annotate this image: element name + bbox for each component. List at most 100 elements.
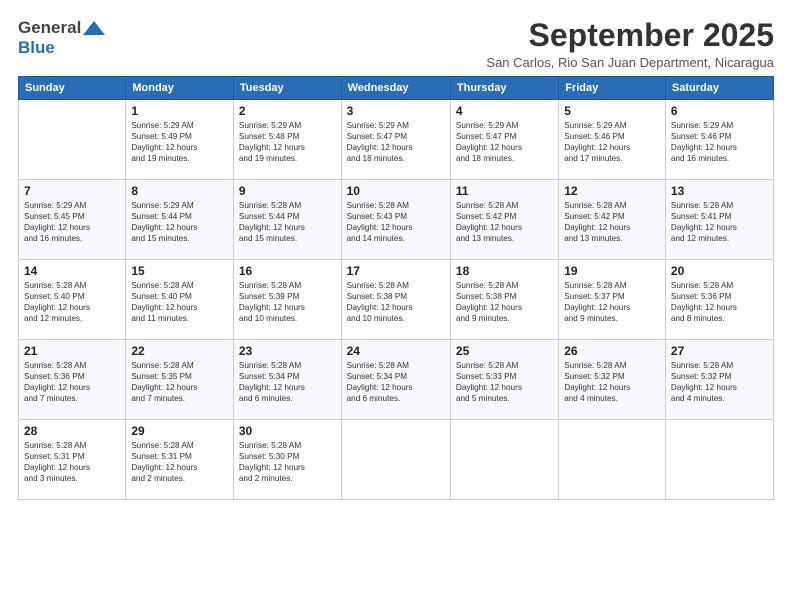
- title-block: September 2025 San Carlos, Rio San Juan …: [486, 18, 774, 70]
- day-info: Sunrise: 5:28 AM Sunset: 5:42 PM Dayligh…: [456, 200, 553, 244]
- day-info: Sunrise: 5:29 AM Sunset: 5:46 PM Dayligh…: [671, 120, 768, 164]
- day-cell: 24 Sunrise: 5:28 AM Sunset: 5:34 PM Dayli…: [341, 340, 450, 420]
- day-number: 9: [239, 184, 336, 198]
- header-tuesday: Tuesday: [233, 77, 341, 100]
- month-title: September 2025: [486, 18, 774, 53]
- logo-blue: Blue: [18, 38, 55, 57]
- day-cell: [19, 100, 126, 180]
- day-info: Sunrise: 5:29 AM Sunset: 5:47 PM Dayligh…: [347, 120, 445, 164]
- week-row-4: 21 Sunrise: 5:28 AM Sunset: 5:36 PM Dayli…: [19, 340, 774, 420]
- day-number: 24: [347, 344, 445, 358]
- day-number: 22: [131, 344, 228, 358]
- day-number: 18: [456, 264, 553, 278]
- day-cell: 6 Sunrise: 5:29 AM Sunset: 5:46 PM Daylig…: [665, 100, 773, 180]
- day-info: Sunrise: 5:28 AM Sunset: 5:40 PM Dayligh…: [131, 280, 228, 324]
- day-cell: 11 Sunrise: 5:28 AM Sunset: 5:42 PM Dayli…: [450, 180, 558, 260]
- day-number: 6: [671, 104, 768, 118]
- day-number: 12: [564, 184, 660, 198]
- day-cell: 13Sunrise: 5:28 AM Sunset: 5:41 PM Dayli…: [665, 180, 773, 260]
- day-cell: [450, 420, 558, 500]
- day-info: Sunrise: 5:28 AM Sunset: 5:44 PM Dayligh…: [239, 200, 336, 244]
- day-cell: 23 Sunrise: 5:28 AM Sunset: 5:34 PM Dayli…: [233, 340, 341, 420]
- day-cell: 1Sunrise: 5:29 AM Sunset: 5:49 PM Daylig…: [126, 100, 234, 180]
- day-number: 11: [456, 184, 553, 198]
- day-info: Sunrise: 5:28 AM Sunset: 5:34 PM Dayligh…: [347, 360, 445, 404]
- day-cell: 9 Sunrise: 5:28 AM Sunset: 5:44 PM Daylig…: [233, 180, 341, 260]
- day-info: Sunrise: 5:28 AM Sunset: 5:31 PM Dayligh…: [131, 440, 228, 484]
- day-number: 8: [131, 184, 228, 198]
- day-number: 29: [131, 424, 228, 438]
- day-number: 10: [347, 184, 445, 198]
- day-info: Sunrise: 5:28 AM Sunset: 5:36 PM Dayligh…: [671, 280, 768, 324]
- day-info: Sunrise: 5:28 AM Sunset: 5:42 PM Dayligh…: [564, 200, 660, 244]
- day-number: 2: [239, 104, 336, 118]
- day-info: Sunrise: 5:28 AM Sunset: 5:38 PM Dayligh…: [456, 280, 553, 324]
- day-info: Sunrise: 5:28 AM Sunset: 5:32 PM Dayligh…: [671, 360, 768, 404]
- day-info: Sunrise: 5:28 AM Sunset: 5:35 PM Dayligh…: [131, 360, 228, 404]
- day-cell: 27 Sunrise: 5:28 AM Sunset: 5:32 PM Dayli…: [665, 340, 773, 420]
- day-info: Sunrise: 5:29 AM Sunset: 5:46 PM Dayligh…: [564, 120, 660, 164]
- day-number: 27: [671, 344, 768, 358]
- day-cell: 17Sunrise: 5:28 AM Sunset: 5:38 PM Dayli…: [341, 260, 450, 340]
- day-cell: 4 Sunrise: 5:29 AM Sunset: 5:47 PM Daylig…: [450, 100, 558, 180]
- day-number: 5: [564, 104, 660, 118]
- calendar-table: SundayMondayTuesdayWednesdayThursdayFrid…: [18, 76, 774, 500]
- day-info: Sunrise: 5:28 AM Sunset: 5:37 PM Dayligh…: [564, 280, 660, 324]
- day-number: 28: [24, 424, 120, 438]
- day-number: 4: [456, 104, 553, 118]
- day-cell: [341, 420, 450, 500]
- logo: General Blue: [18, 18, 105, 58]
- day-cell: 5 Sunrise: 5:29 AM Sunset: 5:46 PM Daylig…: [559, 100, 666, 180]
- day-number: 1: [131, 104, 228, 118]
- day-cell: 19Sunrise: 5:28 AM Sunset: 5:37 PM Dayli…: [559, 260, 666, 340]
- day-cell: 22 Sunrise: 5:28 AM Sunset: 5:35 PM Dayli…: [126, 340, 234, 420]
- week-row-3: 14 Sunrise: 5:28 AM Sunset: 5:40 PM Dayli…: [19, 260, 774, 340]
- header-monday: Monday: [126, 77, 234, 100]
- day-number: 16: [239, 264, 336, 278]
- day-info: Sunrise: 5:28 AM Sunset: 5:41 PM Dayligh…: [671, 200, 768, 244]
- day-number: 21: [24, 344, 120, 358]
- day-number: 23: [239, 344, 336, 358]
- day-cell: 12 Sunrise: 5:28 AM Sunset: 5:42 PM Dayli…: [559, 180, 666, 260]
- day-info: Sunrise: 5:28 AM Sunset: 5:30 PM Dayligh…: [239, 440, 336, 484]
- header-thursday: Thursday: [450, 77, 558, 100]
- day-cell: 20Sunrise: 5:28 AM Sunset: 5:36 PM Dayli…: [665, 260, 773, 340]
- day-number: 25: [456, 344, 553, 358]
- location: San Carlos, Rio San Juan Department, Nic…: [486, 55, 774, 70]
- day-cell: 3Sunrise: 5:29 AM Sunset: 5:47 PM Daylig…: [341, 100, 450, 180]
- day-cell: 2 Sunrise: 5:29 AM Sunset: 5:48 PM Daylig…: [233, 100, 341, 180]
- header-wednesday: Wednesday: [341, 77, 450, 100]
- day-info: Sunrise: 5:28 AM Sunset: 5:36 PM Dayligh…: [24, 360, 120, 404]
- day-cell: [665, 420, 773, 500]
- header-saturday: Saturday: [665, 77, 773, 100]
- calendar-page: General Blue September 2025 San Carlos, …: [0, 0, 792, 612]
- header-sunday: Sunday: [19, 77, 126, 100]
- day-cell: 7 Sunrise: 5:29 AM Sunset: 5:45 PM Daylig…: [19, 180, 126, 260]
- day-info: Sunrise: 5:29 AM Sunset: 5:45 PM Dayligh…: [24, 200, 120, 244]
- day-cell: 18 Sunrise: 5:28 AM Sunset: 5:38 PM Dayli…: [450, 260, 558, 340]
- day-number: 7: [24, 184, 120, 198]
- day-info: Sunrise: 5:28 AM Sunset: 5:33 PM Dayligh…: [456, 360, 553, 404]
- day-cell: 15 Sunrise: 5:28 AM Sunset: 5:40 PM Dayli…: [126, 260, 234, 340]
- day-info: Sunrise: 5:29 AM Sunset: 5:47 PM Dayligh…: [456, 120, 553, 164]
- day-info: Sunrise: 5:28 AM Sunset: 5:34 PM Dayligh…: [239, 360, 336, 404]
- day-number: 15: [131, 264, 228, 278]
- day-number: 14: [24, 264, 120, 278]
- day-cell: 25 Sunrise: 5:28 AM Sunset: 5:33 PM Dayli…: [450, 340, 558, 420]
- day-info: Sunrise: 5:29 AM Sunset: 5:48 PM Dayligh…: [239, 120, 336, 164]
- day-info: Sunrise: 5:28 AM Sunset: 5:43 PM Dayligh…: [347, 200, 445, 244]
- day-number: 26: [564, 344, 660, 358]
- day-info: Sunrise: 5:28 AM Sunset: 5:38 PM Dayligh…: [347, 280, 445, 324]
- day-cell: 28Sunrise: 5:28 AM Sunset: 5:31 PM Dayli…: [19, 420, 126, 500]
- day-cell: 29 Sunrise: 5:28 AM Sunset: 5:31 PM Dayli…: [126, 420, 234, 500]
- day-cell: 8 Sunrise: 5:29 AM Sunset: 5:44 PM Daylig…: [126, 180, 234, 260]
- calendar-header-row: SundayMondayTuesdayWednesdayThursdayFrid…: [19, 77, 774, 100]
- week-row-1: 1Sunrise: 5:29 AM Sunset: 5:49 PM Daylig…: [19, 100, 774, 180]
- day-cell: 26 Sunrise: 5:28 AM Sunset: 5:32 PM Dayli…: [559, 340, 666, 420]
- day-info: Sunrise: 5:29 AM Sunset: 5:44 PM Dayligh…: [131, 200, 228, 244]
- day-info: Sunrise: 5:28 AM Sunset: 5:32 PM Dayligh…: [564, 360, 660, 404]
- week-row-5: 28 Sunrise: 5:28 AM Sunset: 5:31 PM Dayli…: [19, 420, 774, 500]
- day-info: Sunrise: 5:28 AM Sunset: 5:39 PM Dayligh…: [239, 280, 336, 324]
- logo-general: General: [18, 18, 81, 38]
- header: General Blue September 2025 San Carlos, …: [18, 18, 774, 70]
